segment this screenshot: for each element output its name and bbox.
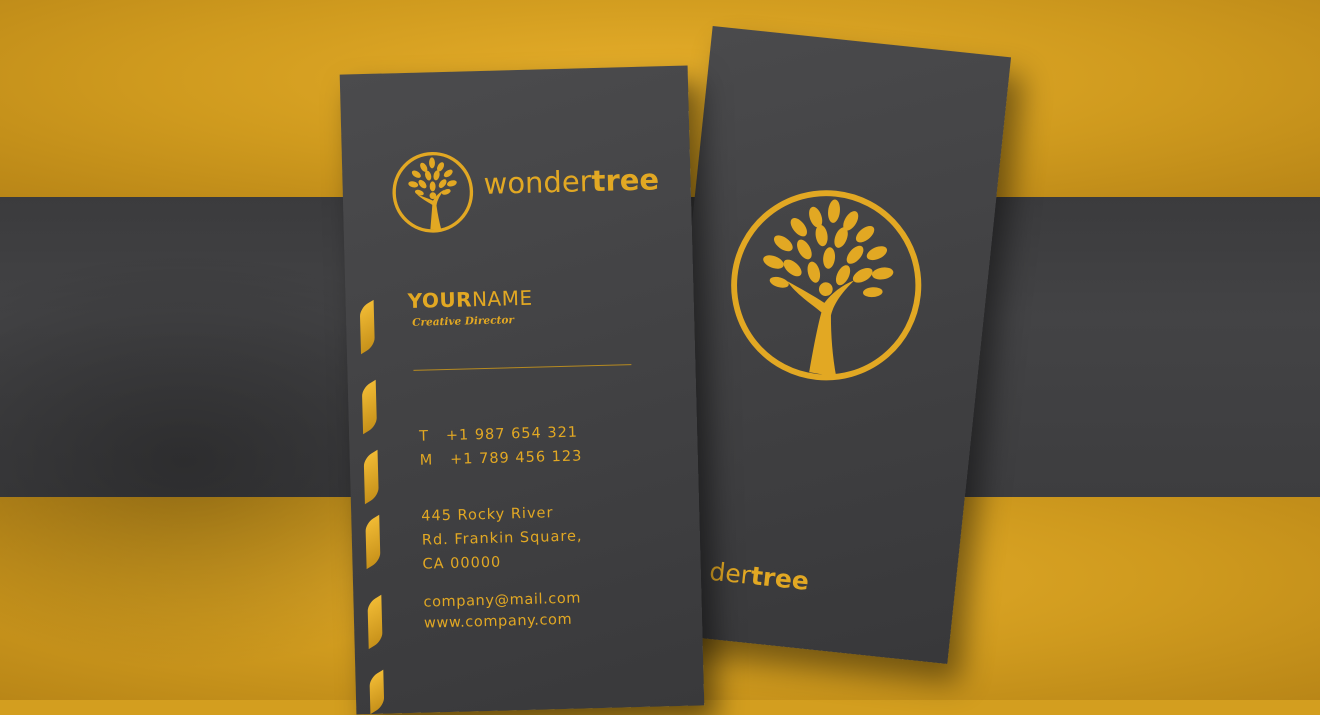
tree-in-circle-icon [731, 190, 922, 381]
gold-edge-tab [359, 299, 375, 355]
gold-edge-tab [365, 514, 381, 570]
gold-edge-tab [363, 449, 379, 505]
website-url: www.company.com [423, 611, 573, 632]
gold-edge-tab [367, 594, 383, 650]
phone-block: T +1 987 654 321 M +1 789 456 123 [419, 420, 583, 472]
back-wordmark: dertree [708, 556, 811, 597]
business-card-back: dertree [648, 25, 1012, 665]
gold-edge-tab [361, 379, 377, 435]
divider-line [413, 364, 632, 371]
web-block: company@mail.com www.company.com [423, 589, 582, 635]
address-block: 445 Rocky River Rd. Frankin Square, CA 0… [421, 500, 584, 576]
person-name: YOURNAME [407, 285, 533, 313]
gold-edge-tab [369, 669, 385, 715]
job-title: Creative Director [412, 314, 515, 329]
front-wordmark: wondertree [483, 162, 660, 201]
address-line-2: Rd. Frankin Square, [421, 528, 583, 549]
tree-in-circle-icon [392, 151, 474, 233]
business-card-front: wondertree YOURNAME Creative Director T … [339, 65, 705, 715]
address-line-3: CA 00000 [422, 554, 502, 573]
mobile-number: M +1 789 456 123 [419, 448, 583, 469]
